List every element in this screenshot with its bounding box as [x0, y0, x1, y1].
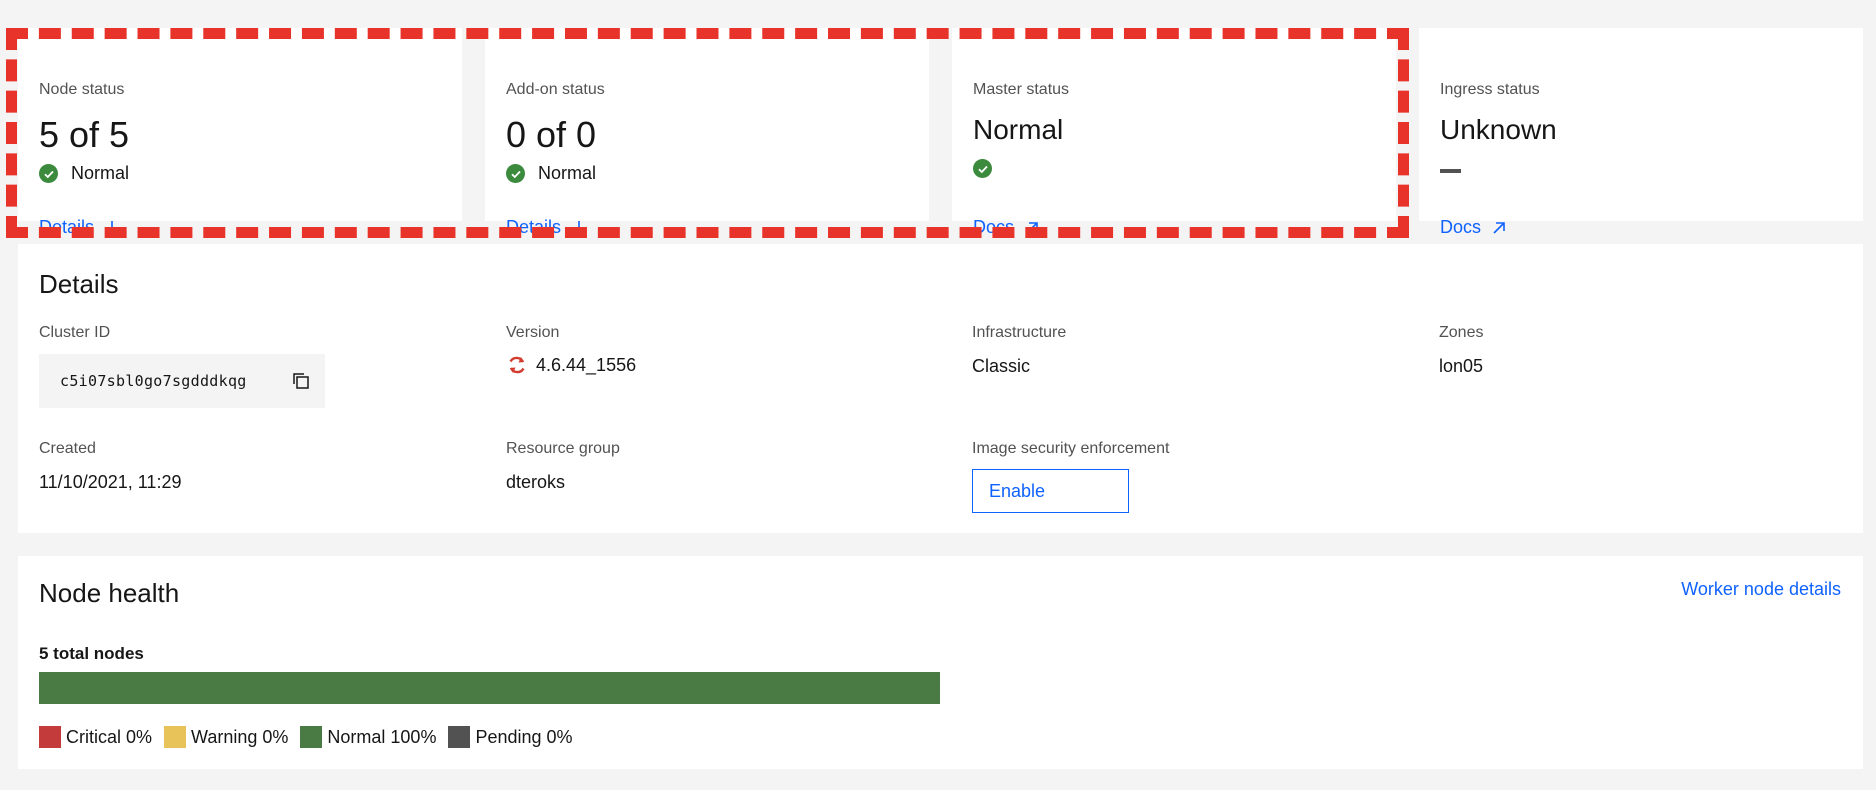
legend-swatch	[39, 726, 61, 748]
version-value: 4.6.44_1556	[536, 354, 637, 375]
legend-label: Pending 0%	[475, 726, 573, 747]
legend-label: Normal 100%	[327, 726, 437, 747]
total-nodes-label: 5 total nodes	[39, 644, 144, 663]
master-status-tile: Master status Normal Docs	[952, 28, 1396, 237]
zones-value: lon05	[1439, 356, 1484, 376]
cluster-id-value: c5i07sbl0go7sgdddkqg	[60, 372, 247, 390]
node-health-title: Node health	[39, 578, 180, 608]
created-value: 11/10/2021, 11:29	[39, 472, 182, 492]
image-security-label: Image security enforcement	[972, 440, 1170, 457]
dash-icon	[1440, 169, 1461, 173]
legend-swatch	[164, 726, 187, 748]
zones-label: Zones	[1439, 324, 1484, 341]
master-status-label: Master status	[973, 81, 1070, 98]
docs-link-text: Docs	[1440, 217, 1482, 237]
version-label: Version	[506, 324, 560, 341]
ingress-status-value: Unknown	[1440, 114, 1557, 145]
ingress-status-label: Ingress status	[1440, 81, 1540, 98]
node-status-state: Normal	[39, 163, 129, 184]
addon-status-tile: Add-on status 0 of 0 Normal Details	[485, 28, 929, 237]
arrow-up-right-icon	[1024, 220, 1040, 236]
node-status-label: Node status	[39, 81, 125, 98]
refresh-update-icon	[506, 354, 528, 376]
addon-status-state-text: Normal	[538, 163, 597, 183]
legend-item-pending: Pending 0%	[448, 726, 573, 748]
legend-item-warning: Warning 0%	[164, 726, 288, 748]
copy-icon[interactable]	[291, 371, 311, 391]
node-status-value: 5 of 5	[39, 114, 130, 155]
legend-item-critical: Critical 0%	[39, 726, 152, 748]
addon-status-state: Normal	[506, 163, 596, 184]
master-status-value: Normal	[973, 114, 1064, 145]
worker-node-details-link[interactable]: Worker node details	[1681, 579, 1841, 600]
ingress-status-docs-link[interactable]: Docs	[1440, 217, 1507, 238]
enable-button[interactable]: Enable	[972, 469, 1129, 513]
created-label: Created	[39, 440, 96, 457]
version-field: 4.6.44_1556	[506, 354, 636, 376]
resource-group-label: Resource group	[506, 440, 620, 457]
resource-group-value: dteroks	[506, 472, 566, 492]
node-status-state-text: Normal	[71, 163, 130, 183]
cluster-id-label: Cluster ID	[39, 324, 111, 341]
infrastructure-value: Classic	[972, 356, 1031, 376]
legend-swatch	[300, 726, 323, 748]
details-link-text: Details	[506, 217, 562, 237]
addon-status-value: 0 of 0	[506, 114, 597, 155]
check-circle-icon	[973, 159, 992, 178]
ingress-status-state	[1440, 159, 1461, 173]
legend-swatch	[448, 726, 471, 748]
infrastructure-label: Infrastructure	[972, 324, 1067, 341]
details-link-text: Details	[39, 217, 95, 237]
addon-status-label: Add-on status	[506, 81, 605, 98]
node-health-panel: Node health Worker node details 5 total …	[18, 556, 1863, 769]
details-title: Details	[39, 269, 119, 299]
node-status-details-link[interactable]: Details	[39, 217, 120, 238]
arrow-down-icon	[571, 220, 587, 236]
cluster-id-field: c5i07sbl0go7sgdddkqg	[39, 354, 325, 408]
legend-item-normal: Normal 100%	[300, 726, 436, 748]
addon-status-details-link[interactable]: Details	[506, 217, 587, 238]
node-health-bar	[39, 672, 940, 704]
node-health-legend: Critical 0% Warning 0% Normal 100% Pending …	[39, 726, 585, 748]
details-panel: Details Cluster ID c5i07sbl0go7sgdddkqg …	[18, 244, 1863, 533]
docs-link-text: Docs	[973, 217, 1015, 237]
node-status-tile: Node status 5 of 5 Normal Details	[18, 28, 462, 237]
legend-label: Critical 0%	[66, 726, 153, 747]
check-circle-icon	[506, 164, 525, 183]
master-status-docs-link[interactable]: Docs	[973, 217, 1040, 238]
check-circle-icon	[39, 164, 58, 183]
ingress-status-tile: Ingress status Unknown Docs	[1419, 28, 1863, 237]
master-status-state	[973, 159, 1005, 178]
arrow-up-right-icon	[1491, 220, 1507, 236]
health-bar-segment-normal	[39, 672, 940, 704]
arrow-down-icon	[104, 220, 120, 236]
legend-label: Warning 0%	[191, 726, 289, 747]
